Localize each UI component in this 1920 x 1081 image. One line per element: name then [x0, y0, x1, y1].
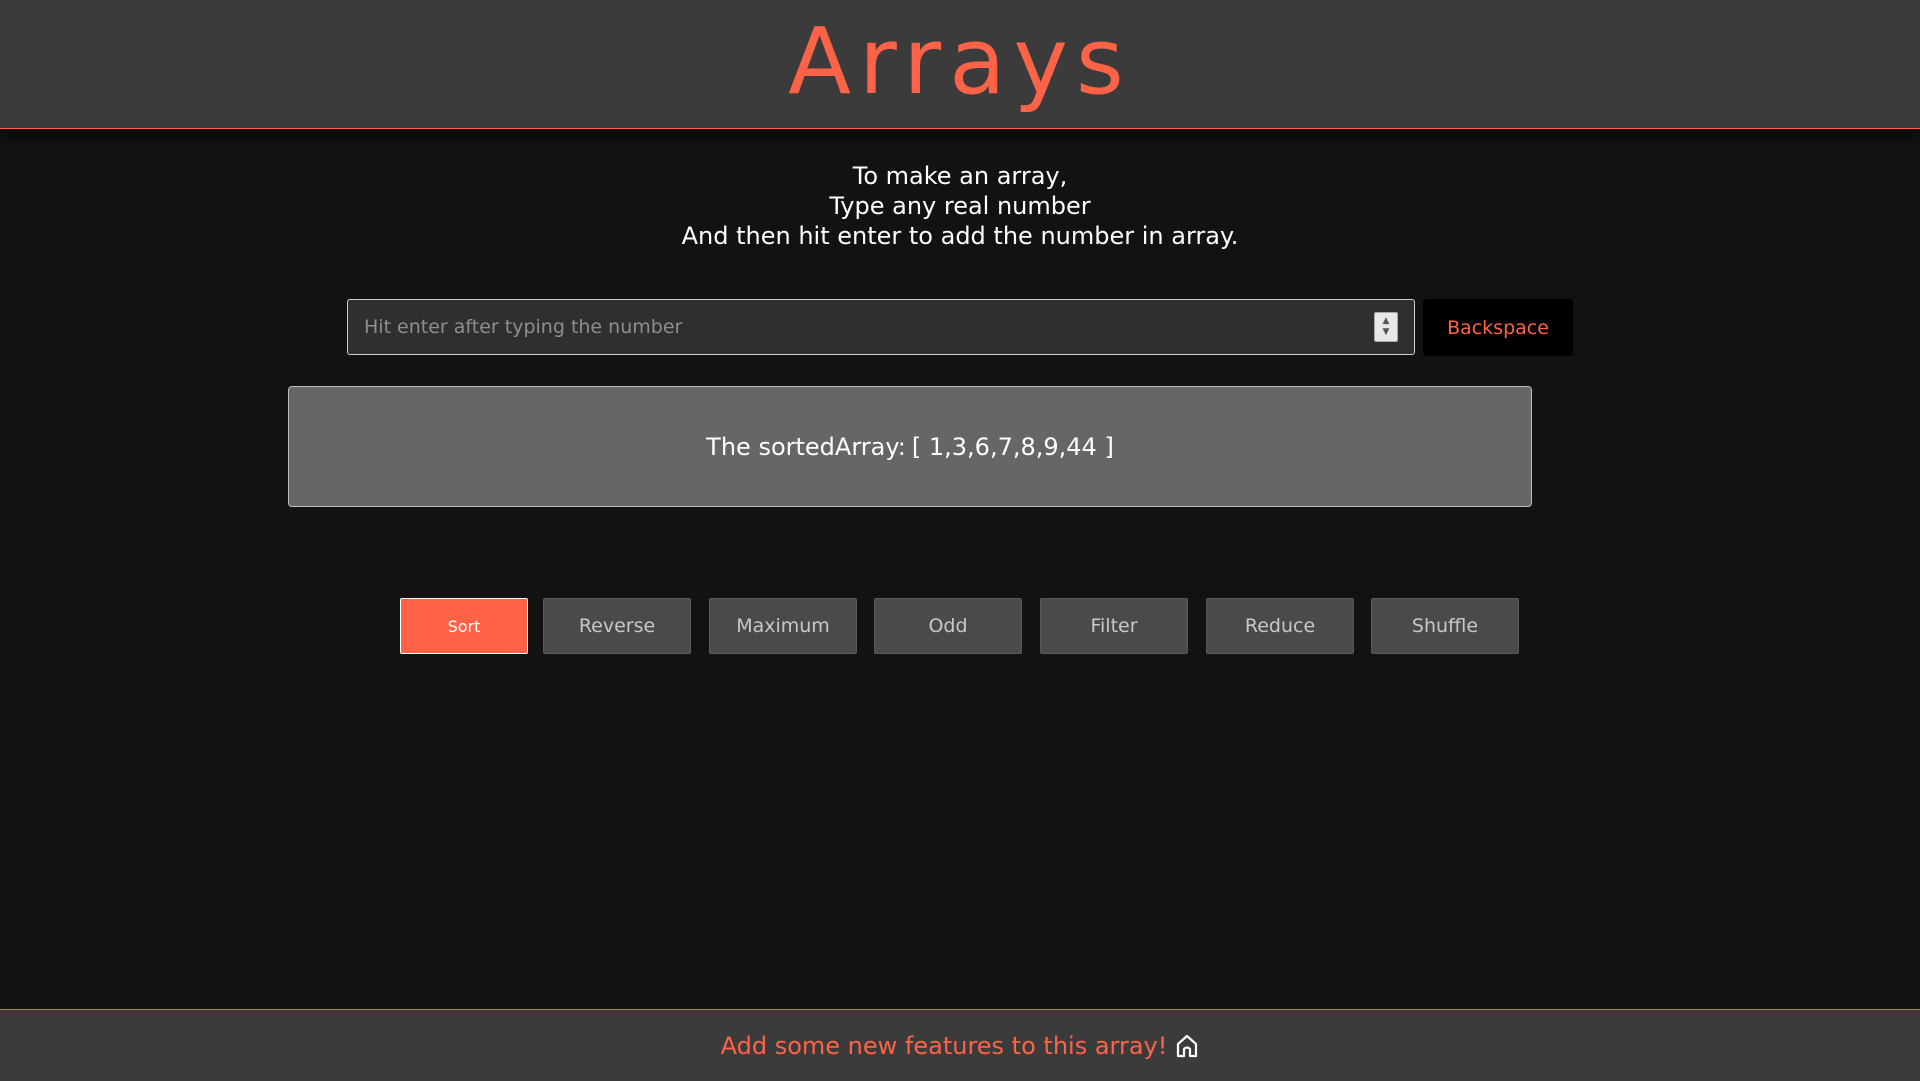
instructions: To make an array, Type any real number A…: [0, 161, 1920, 251]
number-input[interactable]: [348, 300, 1374, 354]
add-features-link[interactable]: Add some new features to this array!: [721, 1032, 1200, 1060]
result-value: [ 1,3,6,7,8,9,44 ]: [911, 432, 1114, 461]
maximum-button[interactable]: Maximum: [709, 598, 857, 654]
instruction-line-1: To make an array,: [852, 162, 1068, 190]
page-header: Arrays: [0, 0, 1920, 129]
result-display: The sortedArray: [ 1,3,6,7,8,9,44 ]: [288, 386, 1532, 507]
home-icon[interactable]: [1175, 1033, 1199, 1059]
spinner-arrows-icon[interactable]: ▲ ▼: [1374, 312, 1398, 342]
odd-button[interactable]: Odd: [874, 598, 1022, 654]
page-title: Arrays: [788, 7, 1132, 115]
number-input-container: ▲ ▼: [347, 299, 1415, 355]
instruction-line-3: And then hit enter to add the number in …: [681, 222, 1239, 250]
page-footer: Add some new features to this array!: [0, 1009, 1920, 1081]
add-features-link-text: Add some new features to this array!: [720, 1031, 1168, 1060]
spinner-up-icon[interactable]: ▲: [1383, 316, 1390, 327]
sort-button[interactable]: Sort: [400, 598, 528, 654]
reverse-button[interactable]: Reverse: [543, 598, 691, 654]
reduce-button[interactable]: Reduce: [1206, 598, 1354, 654]
result-label: The sortedArray:: [706, 432, 906, 461]
operation-buttons: Sort Reverse Maximum Odd Filter Reduce S…: [0, 598, 1920, 654]
backspace-button[interactable]: Backspace: [1423, 299, 1573, 356]
instruction-line-2: Type any real number: [829, 192, 1091, 220]
shuffle-button[interactable]: Shuffle: [1371, 598, 1519, 654]
filter-button[interactable]: Filter: [1040, 598, 1188, 654]
spinner-down-icon[interactable]: ▼: [1383, 327, 1390, 338]
